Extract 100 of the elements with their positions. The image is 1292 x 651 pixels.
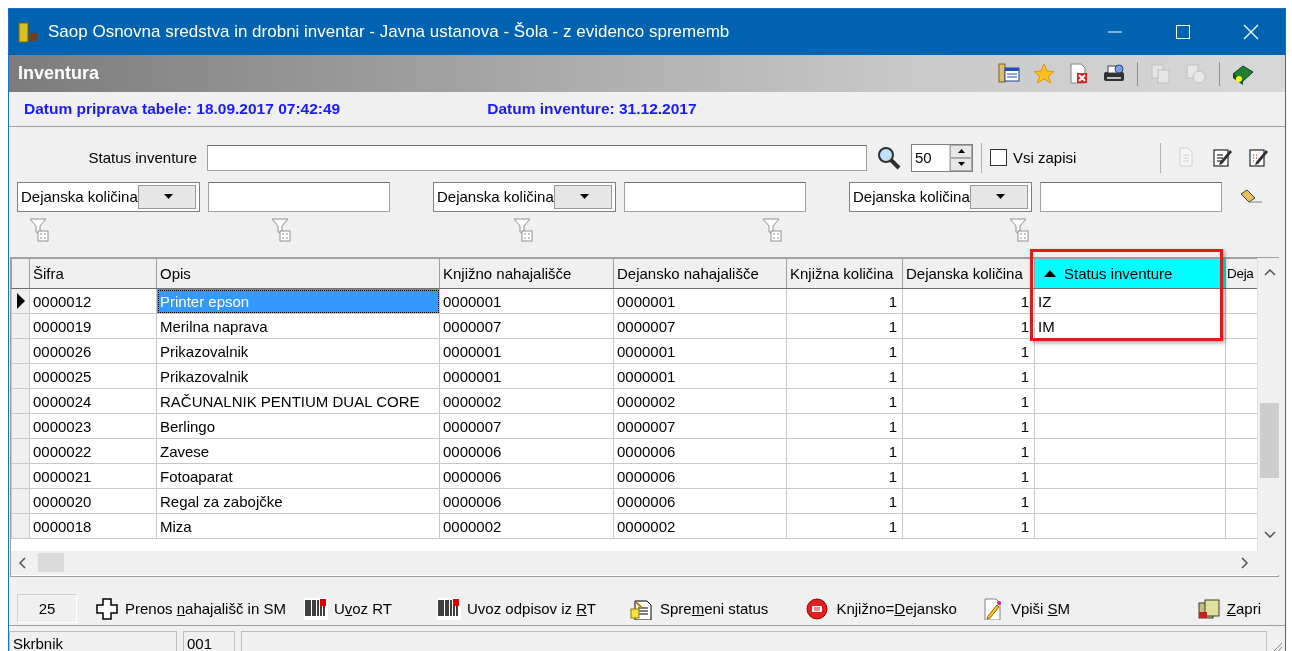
eraser-icon[interactable] [1238,187,1264,206]
table-cell: Zavese [156,438,440,464]
vertical-scrollbar[interactable] [1257,258,1282,551]
horizontal-scrollbar[interactable] [11,551,1281,575]
close-icon [1243,24,1259,40]
page-size-spinner[interactable]: 50 [911,143,973,172]
action-button[interactable]: Vpiši SM [980,595,1071,622]
table-cell: 1 [902,438,1035,464]
table-cell: 1 [902,288,1035,314]
table-cell: 0000002 [439,513,614,539]
filter-value-field[interactable] [1040,181,1222,212]
status-field[interactable] [207,144,867,171]
row-header[interactable] [11,313,30,339]
filter-icon[interactable] [29,218,49,242]
table-cell: 1 [786,388,903,414]
table-cell: 0000007 [613,313,787,339]
down-arrow-icon [957,162,965,166]
dropdown-arrow-icon [995,194,1005,199]
table-cell: 0000019 [29,313,157,339]
table-cell: 0000001 [613,288,787,314]
table-cell: Prikazovalnik [156,363,440,389]
table-cell: 1 [902,388,1035,414]
row-header[interactable] [11,338,30,364]
filter-value-field[interactable] [624,181,806,212]
barcode-icon [303,597,328,620]
scroll-up-icon [1264,269,1276,276]
table-cell: 0000018 [29,513,157,539]
action-button[interactable]: Uvoz RT [303,595,392,622]
table-cell: 0000006 [439,488,614,514]
row-header[interactable] [11,363,30,389]
action-button[interactable]: Knjižno=Dejansko [806,595,957,622]
row-header[interactable] [11,438,30,464]
scroll-down-icon [1264,531,1276,538]
filter-icon[interactable] [762,218,782,242]
table-cell: 1 [786,513,903,539]
table-cell: Regal za zabojčke [156,488,440,514]
panel-title: Inventura [18,63,100,84]
table-cell: 0000001 [613,363,787,389]
scroll-left-icon [19,557,26,569]
window-icon[interactable] [997,61,1021,86]
action-button[interactable]: Prenos nahajališč in SM [95,595,286,622]
table-cell: 0000006 [613,463,787,489]
column-header[interactable]: Status inventure [1034,258,1226,289]
table-cell: Merilna naprava [156,313,440,339]
column-header[interactable]: Knjižna količina [786,258,903,289]
filter-icon[interactable] [271,218,291,242]
table-cell: 0000026 [29,338,157,364]
field-dropdown[interactable]: Dejanska količina [433,181,616,212]
resize-grip-icon[interactable] [1271,642,1283,651]
table-cell: 1 [902,463,1035,489]
table-cell: 0000007 [613,413,787,439]
field-dropdown[interactable]: Dejanska količina [17,181,200,212]
table-cell: 1 [786,438,903,464]
table-cell: 0000001 [439,338,614,364]
row-header[interactable] [11,488,30,514]
table-cell: 0000006 [439,438,614,464]
date-label: Datum inventure: 31.12.2017 [487,100,697,118]
table-cell: 0000006 [613,438,787,464]
row-header[interactable] [11,513,30,539]
table-cell: 1 [786,363,903,389]
column-header[interactable]: Opis [156,258,440,289]
table-cell: 0000007 [439,313,614,339]
row-header[interactable] [11,388,30,414]
filter-icon[interactable] [513,218,533,242]
scroll-thumb[interactable] [1260,403,1279,478]
table-cell: 0000025 [29,363,157,389]
table-cell: 0000006 [613,488,787,514]
all-records-checkbox[interactable]: Vsi zapisi [990,149,1077,166]
row-header[interactable] [11,413,30,439]
filter-icon[interactable] [1009,218,1029,242]
table-cell: 0000012 [29,288,157,314]
up-arrow-icon [957,149,965,153]
column-header[interactable]: Deja [1225,258,1258,289]
table-cell: Prikazovalnik [156,338,440,364]
folders-icon [1196,597,1221,620]
table-cell: 0000022 [29,438,157,464]
action-button[interactable]: Spremeni status [629,595,769,622]
table-cell: 0000024 [29,388,157,414]
table-cell: 1 [786,313,903,339]
column-header[interactable]: Knjižno nahajališče [439,258,614,289]
table-cell: 0000001 [613,338,787,364]
table-cell: 1 [786,488,903,514]
table-cell: 1 [786,413,903,439]
table-cell: IZ [1034,288,1226,314]
action-button[interactable]: Uvoz odpisov iz RT [437,595,596,622]
field-dropdown[interactable]: Dejanska količina [849,181,1032,212]
row-header[interactable] [11,463,30,489]
column-header[interactable]: Šifra [29,258,157,289]
table-cell: Miza [156,513,440,539]
filter-value-field[interactable] [208,181,390,212]
record-count: 25 [17,594,77,623]
star-icon[interactable] [1032,61,1056,86]
table-cell: 0000020 [29,488,157,514]
column-header[interactable]: Dejanska količina [902,258,1035,289]
equal-sign-icon [806,597,831,620]
column-header[interactable]: Dejansko nahajališče [613,258,787,289]
table-cell: Berlingo [156,413,440,439]
action-button[interactable]: Zapri [1196,595,1261,622]
table-cell: 1 [786,338,903,364]
table-cell: 0000021 [29,463,157,489]
